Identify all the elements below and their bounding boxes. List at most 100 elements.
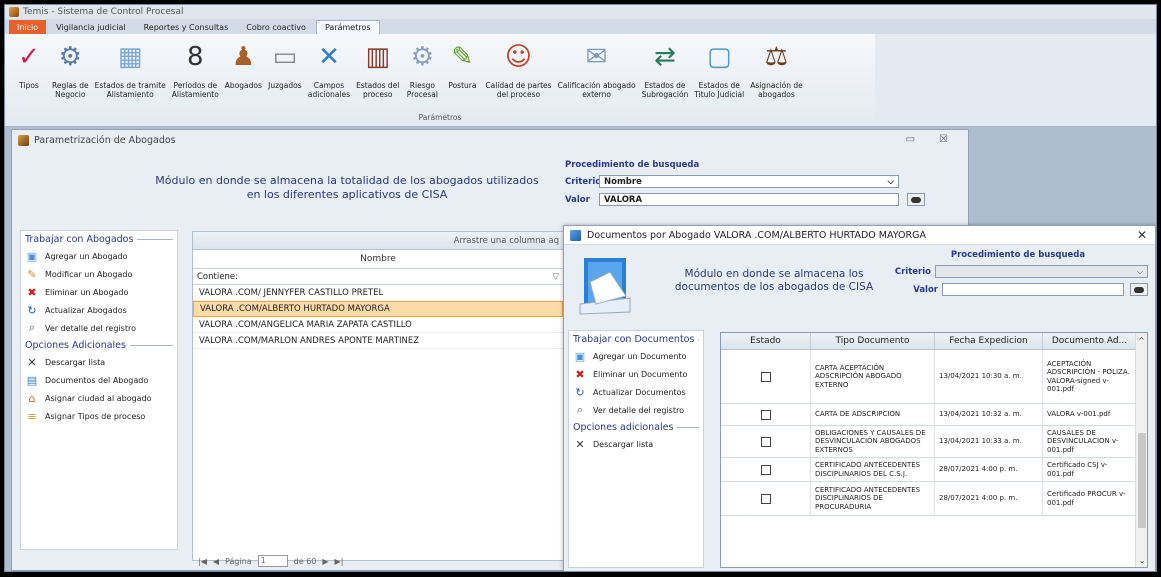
first-page-icon[interactable]: |◀ xyxy=(198,557,207,566)
action-item[interactable]: ↻ Actualizar Documentos xyxy=(569,383,703,401)
estado-checkbox[interactable] xyxy=(760,371,771,382)
postura-icon: ✎ xyxy=(451,42,474,72)
scroll-down-icon[interactable]: ⌄ xyxy=(1136,553,1147,567)
column-header-nombre[interactable]: Nombre xyxy=(193,250,563,269)
table-row[interactable]: CERTIFICADO ANTECEDENTES DISCIPLINARIOS … xyxy=(721,482,1147,516)
close-button[interactable]: ☒ xyxy=(939,134,948,145)
process-icon: ≡ xyxy=(27,409,37,423)
action-item-label: Modificar un Abogado xyxy=(45,269,133,279)
action-item[interactable]: ▣ Agregar un Documento xyxy=(569,347,703,365)
estado-checkbox[interactable] xyxy=(760,409,771,420)
table-row[interactable]: CARTA DE ADSCRIPCION 13/04/2021 10:32 a. … xyxy=(721,404,1147,426)
tab-cobro[interactable]: Cobro coactivo xyxy=(238,20,314,34)
documentos-window-titlebar: Documentos por Abogado VALORA .COM/ALBER… xyxy=(564,226,1155,245)
ribbon-button-label: Estados de tramite Alistamiento xyxy=(94,81,166,99)
action-item[interactable]: ▤ Documentos del Abogado xyxy=(21,371,177,389)
valor-input[interactable]: VALORA xyxy=(599,193,899,206)
documents-search-button[interactable] xyxy=(1130,283,1148,296)
tipo-documento-cell: CERTIFICADO ANTECEDENTES DISCIPLINARIOS … xyxy=(811,482,935,515)
tipo-documento-cell: OBLIGACIONES Y CAUSALES DE DESVINCULACIÓ… xyxy=(811,426,935,457)
action-item[interactable]: ✖ Eliminar un Documento xyxy=(569,365,703,383)
filter-icon[interactable]: ▽ xyxy=(552,272,559,282)
chevron-down-icon: ⌵ xyxy=(887,176,894,187)
riesgo-icon: ⚙ xyxy=(410,42,435,72)
documents-grid: Estado Tipo Documento Fecha Expedicion D… xyxy=(720,332,1148,568)
estado-checkbox[interactable] xyxy=(760,464,771,475)
calificacion-icon: ✉ xyxy=(585,42,608,72)
delete-icon: ✖ xyxy=(575,367,585,381)
app-window: Temis - Sistema de Control Procesal Inic… xyxy=(4,4,1157,572)
pager: |◀ ◀ Página 1 de 60 ▶ ▶| xyxy=(198,554,343,568)
action-item[interactable]: ≡ Asignar Tipos de proceso xyxy=(21,407,177,425)
search-button[interactable] xyxy=(907,193,925,206)
action-item-label: Descargar lista xyxy=(593,439,654,449)
column-header-fecha-expedicion[interactable]: Fecha Expedicion xyxy=(935,333,1043,349)
table-row[interactable]: VALORA .COM/MARLON ANDRES APONTE MARTINE… xyxy=(193,333,563,349)
estado-cell xyxy=(721,350,811,403)
ribbon-button-label: Abogados xyxy=(224,81,262,90)
prev-page-icon[interactable]: ◀ xyxy=(213,557,219,566)
tab-reportes[interactable]: Reportes y Consultas xyxy=(136,20,237,34)
tab-parametros[interactable]: Parámetros xyxy=(315,20,380,34)
column-header-estado[interactable]: Estado xyxy=(721,333,811,349)
tab-vigilancia[interactable]: Vigilancia judicial xyxy=(48,20,133,34)
ribbon-button-label: Campos adicionales xyxy=(307,81,351,99)
documents-valor-label: Valor xyxy=(913,284,938,295)
table-row[interactable]: CERTIFICADO ANTECEDENTES DISCIPLINARIOS … xyxy=(721,458,1147,482)
estado-checkbox[interactable] xyxy=(760,493,771,504)
download-icon: ✕ xyxy=(27,355,37,369)
table-row[interactable]: VALORA .COM/ALBERTO HURTADO MAYORGA xyxy=(193,301,563,317)
add-icon: ▣ xyxy=(26,249,38,263)
documento-adjunto-cell: CAUSALES DE DESVINCULACION v-001.pdf xyxy=(1043,426,1137,457)
abogados-window: Parametrización de Abogados ▭ ☒ Módulo e… xyxy=(11,129,1156,571)
scroll-thumb[interactable] xyxy=(1138,433,1146,528)
action-item[interactable]: ✕ Descargar lista xyxy=(21,353,177,371)
next-page-icon[interactable]: ▶ xyxy=(322,557,328,566)
estado-checkbox[interactable] xyxy=(760,436,771,447)
ribbon-button-label: Calificación abogado externo xyxy=(557,81,636,99)
abogados-actions-panel: Trabajar con Abogados ▣ Agregar un Abogad… xyxy=(20,230,178,550)
page-input[interactable]: 1 xyxy=(257,555,288,567)
documento-adjunto-cell: ACEPTACIÓN ADSCRIPCIÓN - POLIZA. VALORA-… xyxy=(1043,350,1137,403)
binoculars-icon xyxy=(911,196,921,203)
scroll-up-icon[interactable]: ^ xyxy=(1136,333,1147,347)
action-item[interactable]: ✖ Eliminar un Abogado xyxy=(21,283,177,301)
action-item[interactable]: ⌕ Ver detalle del registro xyxy=(21,319,177,337)
action-item[interactable]: ✕ Descargar lista xyxy=(569,435,703,453)
tipo-documento-cell: CARTA ACEPTACIÓN ADSCRIPCIÓN ABOGADO EXT… xyxy=(811,350,935,403)
mdi-area: Parametrización de Abogados ▭ ☒ Módulo e… xyxy=(5,127,1156,571)
last-page-icon[interactable]: ▶| xyxy=(335,557,344,566)
documents-grid-header: Estado Tipo Documento Fecha Expedicion D… xyxy=(721,333,1147,350)
action-item-label: Asignar ciudad al abogado xyxy=(45,393,152,403)
documents-criterio-select[interactable]: ⌵ xyxy=(935,265,1148,278)
table-row[interactable]: CARTA ACEPTACIÓN ADSCRIPCIÓN ABOGADO EXT… xyxy=(721,350,1147,404)
action-item[interactable]: ▣ Agregar un Abogado xyxy=(21,247,177,265)
tab-inicio[interactable]: Inicio xyxy=(9,20,47,34)
column-header-documento-adjunto[interactable]: Documento Ad... xyxy=(1043,333,1137,349)
tools-icon: ✕ xyxy=(318,42,340,72)
abogados-icon: ♟ xyxy=(231,42,255,72)
action-item[interactable]: ↻ Actualizar Abogados xyxy=(21,301,177,319)
documents-valor-input[interactable] xyxy=(942,283,1124,296)
documents-search-title: Procedimiento de busqueda xyxy=(950,250,1086,260)
action-item[interactable]: ⌂ Asignar ciudad al abogado xyxy=(21,389,177,407)
documentos-window: Documentos por Abogado VALORA .COM/ALBER… xyxy=(563,225,1156,571)
add-icon: ▣ xyxy=(574,349,586,363)
vertical-scrollbar[interactable]: ^ ⌄ xyxy=(1135,333,1147,567)
ribbon-button-label: Tipos xyxy=(19,81,39,90)
table-row[interactable]: VALORA .COM/ JENNYFER CASTILLO PRETEL xyxy=(193,285,563,301)
section-trabajar-documentos: Trabajar con Documentos xyxy=(569,331,703,347)
action-item[interactable]: ⌕ Ver detalle del registro xyxy=(569,401,703,419)
table-row[interactable]: VALORA .COM/ANGELICA MARIA ZAPATA CASTIL… xyxy=(193,317,563,333)
criterio-select[interactable]: Nombre ⌵ xyxy=(599,175,899,188)
estado-cell xyxy=(721,482,811,515)
minimize-button[interactable]: ▭ xyxy=(906,134,915,145)
reglas-icon: ⚙ xyxy=(58,42,82,72)
action-item-label: Descargar lista xyxy=(45,357,106,367)
column-header-tipo-documento[interactable]: Tipo Documento xyxy=(811,333,935,349)
action-item[interactable]: ✎ Modificar un Abogado xyxy=(21,265,177,283)
tipos-icon: ✓ xyxy=(18,42,40,72)
close-icon[interactable]: ✕ xyxy=(1137,228,1147,242)
table-row[interactable]: OBLIGACIONES Y CAUSALES DE DESVINCULACIÓ… xyxy=(721,426,1147,458)
filter-row[interactable]: Contiene: ▽ xyxy=(193,269,563,285)
